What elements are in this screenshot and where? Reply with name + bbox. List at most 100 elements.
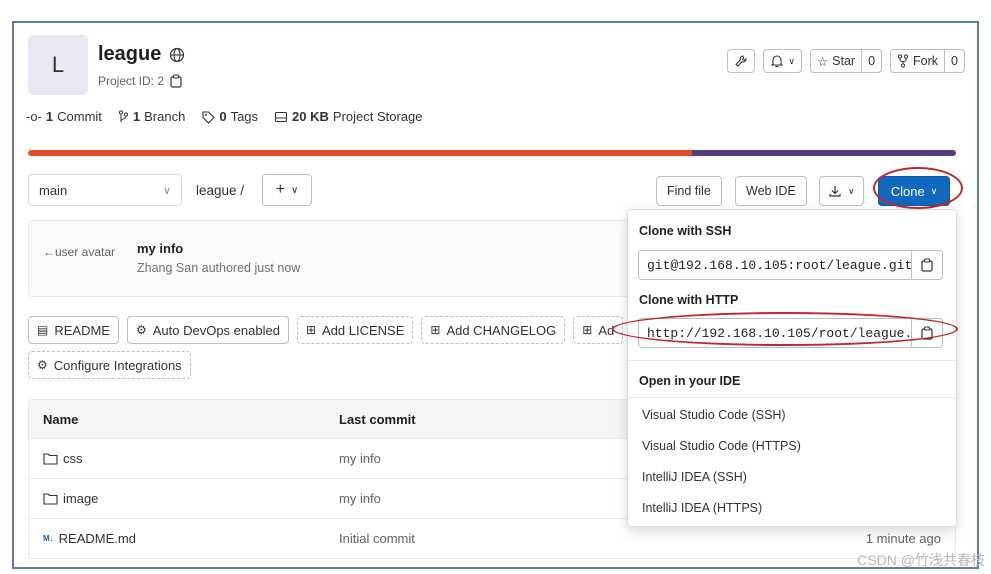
project-avatar-letter: L xyxy=(51,52,65,77)
http-url-highlight-annotation xyxy=(612,312,958,346)
add-to-tree-button[interactable]: + ∨ xyxy=(262,174,312,206)
copy-project-id-icon[interactable] xyxy=(170,74,182,88)
branches-link[interactable]: 1 Branch xyxy=(118,109,185,124)
fork-icon xyxy=(897,54,909,68)
tags-count: 0 xyxy=(219,109,227,124)
folder-icon xyxy=(43,452,58,465)
file-name-cell[interactable]: M↓ README.md xyxy=(29,531,339,546)
file-commit[interactable]: Initial commit xyxy=(339,531,809,546)
chevron-down-icon: ∨ xyxy=(162,184,171,197)
web-ide-button[interactable]: Web IDE xyxy=(735,176,807,206)
readme-button[interactable]: ▤ README xyxy=(28,316,119,344)
star-button-label: ☆ Star xyxy=(811,50,861,72)
language-bar-segment-2[interactable] xyxy=(691,150,956,156)
notification-button[interactable]: ∨ xyxy=(763,49,802,73)
tags-label: Tags xyxy=(230,109,259,124)
readme-label: README xyxy=(54,322,110,338)
project-actions: ∨ ☆ Star 0 Fork 0 xyxy=(727,49,965,73)
column-name: Name xyxy=(43,411,79,427)
project-buttons: ▤ README ⚙ Auto DevOps enabled ⊞ Add LICENS… xyxy=(28,316,624,344)
configure-integrations-label: Configure Integrations xyxy=(53,357,182,373)
plus-square-icon: ⊞ xyxy=(582,323,593,337)
project-stats: -o- 1 Commit 1 Branch 0 Tags 20 KB Project St… xyxy=(26,109,423,124)
dropdown-divider xyxy=(628,360,956,361)
branch-selector[interactable]: main ∨ xyxy=(28,174,182,206)
add-label: + xyxy=(275,181,285,198)
project-avatar: L xyxy=(28,35,88,95)
add-changelog-button[interactable]: ⊞ Add CHANGELOG xyxy=(421,316,566,344)
ide-item-vscode-ssh[interactable]: Visual Studio Code (SSH) xyxy=(642,408,786,422)
clone-http-heading: Clone with HTTP xyxy=(639,293,739,307)
file-updated: 1 minute ago xyxy=(865,531,941,546)
copy-ssh-url-button[interactable] xyxy=(911,250,943,280)
file-name: css xyxy=(63,451,83,466)
settings-icon: ⚙ xyxy=(37,358,48,372)
plus-square-icon: ⊞ xyxy=(305,323,316,337)
add-license-button[interactable]: ⊞ Add LICENSE xyxy=(296,316,414,344)
wrench-icon xyxy=(728,50,754,72)
open-in-ide-heading: Open in your IDE xyxy=(639,374,741,388)
file-name: README.md xyxy=(58,531,136,546)
ide-item-vscode-https[interactable]: Visual Studio Code (HTTPS) xyxy=(642,439,801,453)
auto-devops-button[interactable]: ⚙ Auto DevOps enabled xyxy=(126,316,289,344)
download-icon xyxy=(828,184,842,198)
branch-icon xyxy=(118,109,129,124)
star-count[interactable]: 0 xyxy=(861,50,881,72)
folder-icon xyxy=(43,492,58,505)
plus-square-icon: ⊞ xyxy=(430,323,441,337)
branches-count: 1 xyxy=(132,109,141,124)
file-icon: ▤ xyxy=(37,323,49,337)
clone-ssh-heading: Clone with SSH xyxy=(639,224,732,238)
commits-link[interactable]: -o- 1 Commit xyxy=(26,109,102,124)
chevron-down-icon: ∨ xyxy=(848,185,855,196)
tag-icon xyxy=(201,110,216,124)
public-globe-icon xyxy=(169,47,185,63)
project-id: Project ID: 2 xyxy=(98,74,182,88)
user-avatar-alt: user avatar xyxy=(55,245,116,259)
file-name-cell[interactable]: css xyxy=(29,451,339,466)
file-name-cell[interactable]: image xyxy=(29,491,339,506)
star-button[interactable]: ☆ Star 0 xyxy=(809,49,883,73)
language-bar-segment-1[interactable] xyxy=(28,150,692,156)
auto-devops-label: Auto DevOps enabled xyxy=(152,322,280,338)
fork-count[interactable]: 0 xyxy=(944,50,964,72)
commits-count: 1 xyxy=(45,109,54,124)
bell-icon xyxy=(770,54,784,68)
ide-item-intellij-https[interactable]: IntelliJ IDEA (HTTPS) xyxy=(642,501,762,515)
ssh-url-field[interactable]: git@192.168.10.105:root/league.git xyxy=(638,250,912,280)
breadcrumb[interactable]: league / xyxy=(196,183,244,198)
user-avatar: ←user avatar xyxy=(43,245,116,259)
dropdown-divider xyxy=(628,397,956,398)
commit-message[interactable]: my info xyxy=(137,241,183,256)
clone-dropdown: Clone with SSH git@192.168.10.105:root/l… xyxy=(627,209,957,527)
notification-button-content: ∨ xyxy=(764,50,801,72)
watermark: CSDN @竹浅共春枝 xyxy=(857,552,985,568)
repository-language-bar[interactable] xyxy=(28,150,956,156)
star-label: Star xyxy=(832,54,856,68)
fork-label: Fork xyxy=(913,54,939,68)
add-changelog-label: Add CHANGELOG xyxy=(446,322,557,338)
project-title: league xyxy=(98,43,185,66)
storage-link[interactable]: 20 KB Project Storage xyxy=(274,109,423,124)
file-name: image xyxy=(63,491,99,506)
copy-icon xyxy=(921,258,933,272)
storage-size: 20 KB xyxy=(292,109,329,124)
project-name: league xyxy=(98,43,162,65)
web-ide-label: Web IDE xyxy=(746,184,796,198)
find-file-button[interactable]: Find file xyxy=(656,176,722,206)
fork-button-label: Fork xyxy=(891,50,944,72)
ide-item-intellij-ssh[interactable]: IntelliJ IDEA (SSH) xyxy=(642,470,747,484)
chevron-down-icon: ∨ xyxy=(291,184,299,196)
commit-icon: -o- xyxy=(26,109,42,124)
branch-name: main xyxy=(39,182,68,198)
add-license-label: Add LICENSE xyxy=(322,322,405,338)
settings-button[interactable] xyxy=(727,49,756,73)
fork-button[interactable]: Fork 0 xyxy=(890,49,965,73)
tags-link[interactable]: 0 Tags xyxy=(201,109,258,124)
find-file-label: Find file xyxy=(667,184,711,198)
configure-integrations-button[interactable]: ⚙ Configure Integrations xyxy=(28,351,191,379)
download-button[interactable]: ∨ xyxy=(819,176,864,206)
project-id-label: Project ID: 2 xyxy=(98,74,165,88)
chevron-down-icon: ∨ xyxy=(788,55,795,66)
storage-icon xyxy=(274,110,288,124)
